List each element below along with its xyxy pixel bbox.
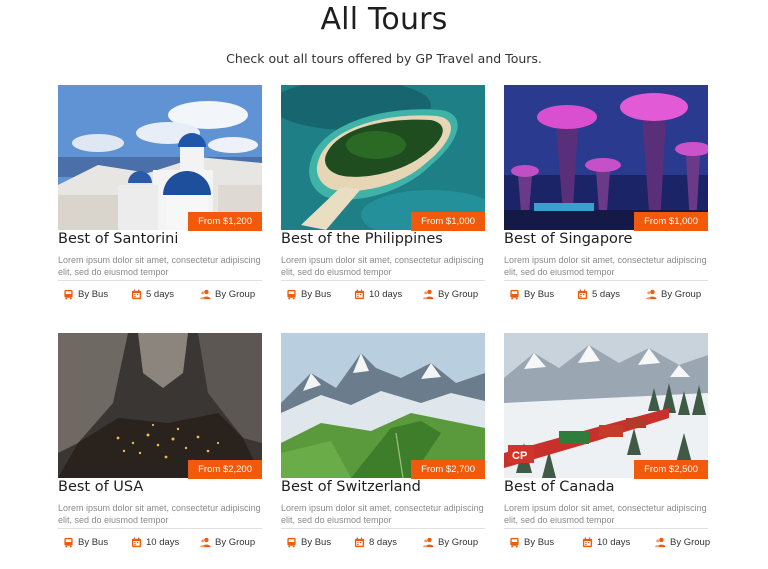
tour-image-usa[interactable] <box>58 333 262 478</box>
tour-meta: By Bus 8 days By Group <box>281 537 485 551</box>
transport-info: By Bus <box>63 537 108 548</box>
group-icon <box>200 289 211 300</box>
duration-label: 5 days <box>146 289 174 300</box>
bus-icon <box>64 289 73 300</box>
bus-icon <box>287 289 296 300</box>
tour-description: Lorem ipsum dolor sit amet, consectetur … <box>58 503 261 525</box>
calendar-icon <box>582 537 593 548</box>
group-label: By Group <box>215 289 256 300</box>
page-subtitle: Check out all tours offered by GP Travel… <box>226 51 542 66</box>
tour-title[interactable]: Best of Switzerland <box>281 479 485 495</box>
duration-label: 10 days <box>597 537 631 548</box>
transport-label: By Bus <box>524 537 555 548</box>
tour-description: Lorem ipsum dolor sit amet, consectetur … <box>504 503 707 525</box>
divider <box>58 280 262 281</box>
price-badge: From $1,000 <box>634 212 708 231</box>
tour-meta: By Bus 5 days By Group <box>504 289 708 303</box>
group-label: By Group <box>670 537 711 548</box>
price-badge: From $1,200 <box>188 212 262 231</box>
tour-meta: By Bus 10 days By Group <box>281 289 485 303</box>
duration-info: 5 days <box>577 289 620 300</box>
duration-info: 8 days <box>354 537 397 548</box>
divider <box>504 280 708 281</box>
group-icon <box>646 289 657 300</box>
tour-title[interactable]: Best of Singapore <box>504 231 708 247</box>
group-info: By Group <box>646 289 701 300</box>
price-badge: From $1,000 <box>411 212 485 231</box>
duration-label: 10 days <box>369 289 403 300</box>
svg-text:CP: CP <box>512 450 527 462</box>
duration-info: 10 days <box>354 289 402 300</box>
duration-info: 5 days <box>131 289 174 300</box>
transport-info: By Bus <box>286 537 331 548</box>
transport-info: By Bus <box>509 537 554 548</box>
tour-description: Lorem ipsum dolor sit amet, consectetur … <box>281 255 484 277</box>
calendar-icon <box>131 537 142 548</box>
tour-title[interactable]: Best of the Philippines <box>281 231 485 247</box>
divider <box>281 280 485 281</box>
group-info: By Group <box>423 537 478 548</box>
duration-label: 10 days <box>146 537 180 548</box>
duration-label: 5 days <box>592 289 620 300</box>
price-badge: From $2,500 <box>634 460 708 479</box>
price-badge: From $2,700 <box>411 460 485 479</box>
calendar-icon <box>131 289 142 300</box>
transport-info: By Bus <box>63 289 108 300</box>
duration-info: 10 days <box>582 537 630 548</box>
group-label: By Group <box>661 289 702 300</box>
transport-label: By Bus <box>301 537 332 548</box>
group-icon <box>423 289 434 300</box>
group-info: By Group <box>655 537 710 548</box>
tour-meta: By Bus 5 days By Group <box>58 289 262 303</box>
divider <box>58 528 262 529</box>
duration-info: 10 days <box>131 537 179 548</box>
group-info: By Group <box>200 289 255 300</box>
calendar-icon <box>354 537 365 548</box>
transport-label: By Bus <box>524 289 555 300</box>
group-label: By Group <box>438 537 479 548</box>
group-info: By Group <box>200 537 255 548</box>
transport-label: By Bus <box>78 289 109 300</box>
tour-card-canada[interactable]: CP From $2,500 Best of Canada Lorem ipsu… <box>504 333 710 561</box>
tour-image-santorini[interactable] <box>58 85 262 230</box>
bus-icon <box>510 537 519 548</box>
tour-description: Lorem ipsum dolor sit amet, consectetur … <box>281 503 484 525</box>
price-badge: From $2,200 <box>188 460 262 479</box>
calendar-icon <box>354 289 365 300</box>
bus-icon <box>64 537 73 548</box>
group-icon <box>655 537 666 548</box>
tour-image-singapore[interactable] <box>504 85 708 230</box>
calendar-icon <box>577 289 588 300</box>
tour-card-switzerland[interactable]: From $2,700 Best of Switzerland Lorem ip… <box>281 333 485 561</box>
tour-description: Lorem ipsum dolor sit amet, consectetur … <box>58 255 261 277</box>
group-label: By Group <box>215 537 256 548</box>
bus-icon <box>510 289 519 300</box>
tour-image-canada[interactable]: CP <box>504 333 708 478</box>
tour-image-switzerland[interactable] <box>281 333 485 478</box>
tour-card-philippines[interactable]: From $1,000 Best of the Philippines Lore… <box>281 85 485 313</box>
tour-title[interactable]: Best of USA <box>58 479 262 495</box>
transport-info: By Bus <box>286 289 331 300</box>
group-info: By Group <box>423 289 478 300</box>
bus-icon <box>287 537 296 548</box>
tour-title[interactable]: Best of Canada <box>504 479 708 495</box>
duration-label: 8 days <box>369 537 397 548</box>
tour-meta: By Bus 10 days By Group <box>504 537 710 551</box>
transport-info: By Bus <box>509 289 554 300</box>
group-label: By Group <box>438 289 479 300</box>
group-icon <box>200 537 211 548</box>
tour-title[interactable]: Best of Santorini <box>58 231 262 247</box>
divider <box>281 528 485 529</box>
page-title: All Tours <box>320 2 448 37</box>
tour-card-singapore[interactable]: From $1,000 Best of Singapore Lorem ipsu… <box>504 85 708 313</box>
tour-card-santorini[interactable]: From $1,200 Best of Santorini Lorem ipsu… <box>58 85 262 313</box>
group-icon <box>423 537 434 548</box>
divider <box>504 528 708 529</box>
transport-label: By Bus <box>301 289 332 300</box>
tour-image-philippines[interactable] <box>281 85 485 230</box>
tour-card-usa[interactable]: From $2,200 Best of USA Lorem ipsum dolo… <box>58 333 262 561</box>
tour-meta: By Bus 10 days By Group <box>58 537 262 551</box>
tour-description: Lorem ipsum dolor sit amet, consectetur … <box>504 255 707 277</box>
transport-label: By Bus <box>78 537 109 548</box>
